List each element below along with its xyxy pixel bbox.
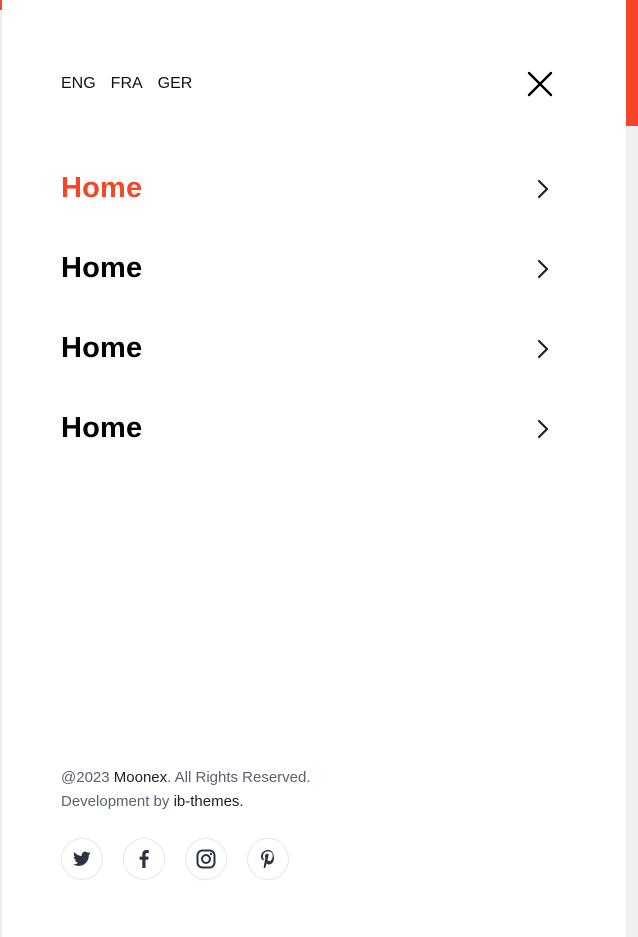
language-switcher: ENG FRA GER — [61, 74, 192, 94]
development-prefix: Development by — [61, 793, 174, 810]
nav-item-label: Home — [61, 252, 143, 284]
mobile-menu-panel: ENG FRA GER Home Home Home Home @2023 Mo… — [2, 0, 626, 937]
nav-item-label: Home — [61, 332, 143, 364]
menu-footer: @2023 Moonex. All Rights Reserved. Devel… — [61, 766, 311, 814]
copyright-line: @2023 Moonex. All Rights Reserved. — [61, 766, 311, 790]
twitter-icon — [73, 851, 91, 866]
close-icon — [527, 71, 553, 97]
chevron-right-icon — [537, 179, 549, 199]
scrollbar-track[interactable] — [626, 0, 638, 937]
pinterest-button[interactable] — [247, 838, 289, 880]
twitter-button[interactable] — [61, 838, 103, 880]
chevron-right-icon — [537, 419, 549, 439]
close-menu-button[interactable] — [526, 70, 554, 98]
rights-text: . All Rights Reserved. — [167, 769, 311, 786]
nav-item-home-1[interactable]: Home — [61, 168, 553, 248]
nav-item-label: Home — [61, 172, 143, 204]
instagram-icon — [196, 849, 216, 869]
main-navigation: Home Home Home Home — [61, 168, 553, 488]
language-fra[interactable]: FRA — [111, 74, 143, 94]
nav-item-home-2[interactable]: Home — [61, 248, 553, 328]
pinterest-icon — [261, 850, 274, 868]
app-window: ENG FRA GER Home Home Home Home @2023 Mo… — [0, 0, 638, 937]
language-eng[interactable]: ENG — [61, 74, 96, 94]
facebook-button[interactable] — [123, 838, 165, 880]
social-links — [61, 838, 289, 880]
developer-link[interactable]: ib-themes. — [174, 793, 244, 810]
copyright-prefix: @2023 — [61, 769, 114, 786]
development-line: Development by ib-themes. — [61, 790, 311, 814]
scrollbar-thumb[interactable] — [626, 0, 638, 126]
nav-item-label: Home — [61, 412, 143, 444]
language-ger[interactable]: GER — [158, 74, 193, 94]
instagram-button[interactable] — [185, 838, 227, 880]
chevron-right-icon — [537, 259, 549, 279]
facebook-icon — [139, 850, 149, 868]
chevron-right-icon — [537, 339, 549, 359]
nav-item-home-4[interactable]: Home — [61, 408, 553, 488]
brand-link[interactable]: Moonex — [114, 769, 167, 786]
nav-item-home-3[interactable]: Home — [61, 328, 553, 408]
